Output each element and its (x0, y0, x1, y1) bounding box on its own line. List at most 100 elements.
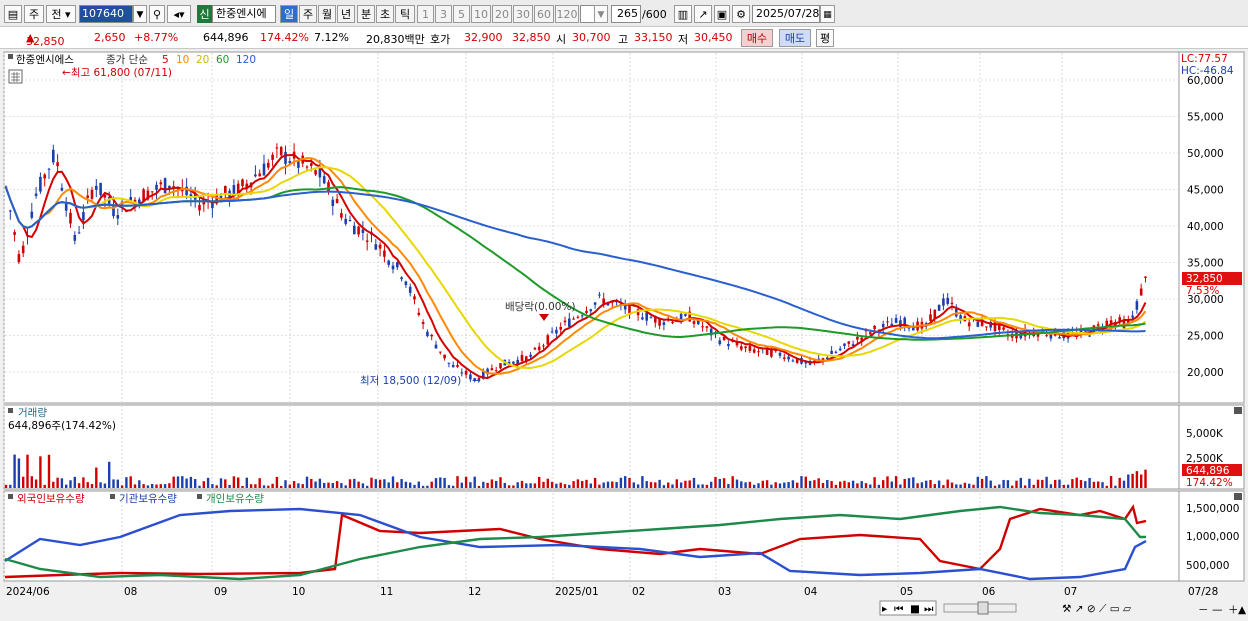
volume-bar (1045, 476, 1048, 488)
volume-bar (1084, 481, 1087, 488)
volume-menu-icon[interactable] (8, 408, 13, 413)
scroll-last-icon[interactable]: ⏭ (924, 603, 934, 615)
candle-body (258, 173, 261, 177)
institution-menu-icon[interactable] (110, 494, 115, 499)
period-year[interactable]: 년 (337, 5, 355, 23)
chart-settings-icon[interactable]: ▤ (4, 5, 22, 23)
volume-bar (761, 480, 764, 488)
volume-bar (1032, 484, 1035, 488)
volume-bar (912, 477, 915, 488)
speaker-icon[interactable]: ◂▾ (167, 5, 191, 23)
zoom-out-icon[interactable]: － (1198, 604, 1209, 616)
volume-panel (3, 404, 1180, 490)
search-icon[interactable]: ⚲ (149, 5, 165, 23)
scroll-first-icon[interactable]: ⏮ (894, 603, 904, 615)
scroll-next-icon[interactable]: ▸ (882, 603, 888, 615)
candle-body (834, 351, 838, 353)
interval-dropdown-icon[interactable]: ▼ (594, 5, 608, 23)
indicator-icon[interactable]: ↗ (694, 5, 712, 23)
volume-bar (90, 484, 94, 488)
x-axis-label: 03 (718, 586, 731, 598)
volume-close-icon[interactable] (1234, 407, 1242, 414)
zoom-in-icon[interactable]: ＋ (1228, 604, 1239, 616)
volume-bar (550, 481, 554, 488)
volume-bar (645, 481, 648, 488)
volume-bar (907, 478, 911, 488)
period-week[interactable]: 주 (299, 5, 317, 23)
volume-bar (327, 482, 330, 488)
panel-menu-icon[interactable] (8, 54, 13, 59)
candle-body (1139, 288, 1143, 296)
sell-button[interactable]: 매도 (779, 29, 811, 47)
interval-120[interactable]: 120 (555, 5, 579, 23)
gear-icon[interactable]: ⚙ (732, 5, 750, 23)
expand-icon[interactable]: ▲ (1238, 604, 1247, 616)
volume-bar (456, 476, 459, 488)
period-month[interactable]: 월 (318, 5, 336, 23)
interval-30[interactable]: 30 (513, 5, 533, 23)
period-tick[interactable]: 틱 (395, 5, 415, 23)
save-icon[interactable]: ▣ (714, 5, 730, 23)
zoom-bar-icon[interactable]: — (1212, 604, 1223, 616)
candle-body (692, 321, 696, 324)
quote-change: 2,650 (94, 31, 126, 44)
candle-type-icon[interactable]: ▥ (674, 5, 692, 23)
market-select-all[interactable]: 전 ▾ (46, 5, 76, 23)
volume-bar (95, 467, 98, 488)
period-minute[interactable]: 분 (357, 5, 375, 23)
interval-10[interactable]: 10 (471, 5, 491, 23)
volume-bar (142, 484, 145, 488)
interval-5[interactable]: 5 (453, 5, 470, 23)
volume-bar (495, 480, 498, 488)
volume-bar (1127, 474, 1130, 488)
candle-body (520, 355, 524, 361)
interval-1[interactable]: 1 (417, 5, 434, 23)
table-toggle-icon[interactable] (8, 69, 23, 84)
chart-tool-icons[interactable]: ⚒ ↗ ⊘ ⟋ ▭ ▱ (1062, 603, 1132, 615)
stock-name-field[interactable]: 한중엔시에 (212, 5, 276, 23)
interval-3[interactable]: 3 (435, 5, 452, 23)
volume-bar (249, 484, 253, 488)
high-annotation: ←최고 61,800 (07/11) (62, 67, 172, 79)
market-toggle-stock[interactable]: 주 (24, 5, 44, 23)
period-day[interactable]: 일 (280, 5, 298, 23)
volume-bar (675, 479, 678, 488)
period-second[interactable]: 초 (376, 5, 394, 23)
volume-bar (718, 478, 721, 488)
candle-body (770, 349, 773, 357)
volume-bar (490, 479, 494, 488)
candle-body (275, 147, 279, 149)
volume-bar (176, 476, 180, 488)
buy-button[interactable]: 매수 (741, 29, 773, 47)
holding-close-icon[interactable] (1234, 493, 1242, 500)
volume-bar (73, 476, 76, 488)
bar-count-input[interactable]: 265 (611, 5, 641, 23)
volume-bar (808, 480, 812, 488)
candle-body (1131, 315, 1134, 318)
date-input[interactable]: 2025/07/28 (752, 5, 820, 23)
stock-chart[interactable]: 60,00055,00050,00045,00040,00035,00030,0… (0, 49, 1248, 621)
interval-20[interactable]: 20 (492, 5, 512, 23)
candle-body (464, 370, 468, 375)
low-annotation: 최저 18,500 (12/09) (360, 375, 461, 387)
interval-60[interactable]: 60 (534, 5, 554, 23)
stock-code-input[interactable]: 107640 (79, 5, 133, 23)
quote-bid1: 32,900 (464, 31, 503, 44)
individual-menu-icon[interactable] (197, 494, 202, 499)
volume-bar (318, 478, 322, 488)
candle-body (580, 315, 584, 317)
stop-icon[interactable]: ■ (910, 603, 920, 615)
code-dropdown-icon[interactable]: ▼ (133, 5, 147, 23)
volume-bar (297, 483, 300, 488)
volume-bar (348, 479, 352, 488)
scroll-thumb[interactable] (977, 601, 989, 615)
calendar-icon[interactable]: ▦ (820, 5, 835, 23)
volume-bar (331, 482, 334, 488)
holding-menu-icon[interactable] (8, 494, 13, 499)
institution-holding-label: 기관보유수량 (119, 493, 177, 505)
evaluate-button[interactable]: 평 (816, 29, 834, 47)
price-tick-label: 50,000 (1187, 148, 1224, 160)
volume-bar (125, 477, 128, 488)
volume-bar (959, 484, 962, 488)
quote-low: 30,450 (694, 31, 733, 44)
